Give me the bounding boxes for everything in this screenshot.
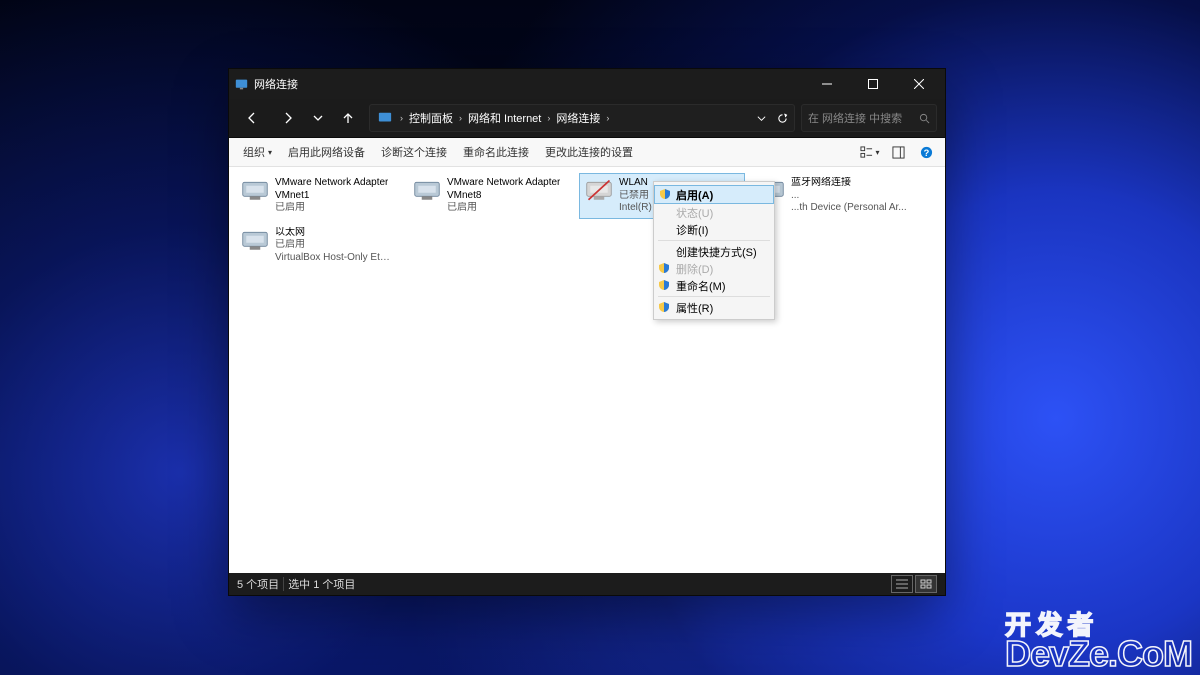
adapter-vmnet8[interactable]: VMware Network Adapter VMnet8 已启用 [407, 173, 573, 219]
search-icon [919, 113, 930, 124]
separator [283, 577, 284, 591]
navigation-bar: › 控制面板 › 网络和 Internet › 网络连接 › 在 网络连接 中搜… [229, 99, 945, 138]
chevron-right-icon: › [602, 113, 613, 123]
forward-button[interactable] [273, 104, 303, 132]
chevron-right-icon: › [396, 113, 407, 123]
command-bar: 组织 ▾ 启用此网络设备 诊断这个连接 重命名此连接 更改此连接的设置 ▾ ? [229, 138, 945, 167]
shield-icon [659, 188, 671, 200]
menu-diagnose[interactable]: 诊断(I) [654, 221, 774, 238]
network-connections-window: 网络连接 › 控制面板 › [228, 68, 946, 596]
adapter-list: VMware Network Adapter VMnet1 已启用 VMware… [229, 167, 945, 274]
network-adapter-icon [241, 177, 269, 205]
menu-separator [658, 296, 770, 297]
menu-rename[interactable]: 重命名(M) [654, 277, 774, 294]
diagnose-connection-button[interactable]: 诊断这个连接 [373, 138, 455, 166]
shield-icon [658, 301, 670, 313]
menu-status: 状态(U) [654, 204, 774, 221]
organize-menu[interactable]: 组织 ▾ [235, 138, 280, 166]
breadcrumb-network-connections[interactable]: 网络连接 [554, 110, 602, 126]
details-view-button[interactable] [891, 575, 913, 593]
selection-count: 选中 1 个项目 [288, 576, 355, 592]
preview-pane-button[interactable] [885, 141, 911, 163]
menu-separator [658, 240, 770, 241]
chevron-right-icon: › [543, 113, 554, 123]
network-adapter-icon [413, 177, 441, 205]
adapter-vmnet1[interactable]: VMware Network Adapter VMnet1 已启用 [235, 173, 401, 219]
chevron-down-icon[interactable] [756, 113, 767, 124]
item-count: 5 个项目 [237, 576, 279, 592]
menu-delete: 删除(D) [654, 260, 774, 277]
network-adapter-icon [241, 227, 269, 255]
window-title: 网络连接 [254, 76, 298, 92]
help-button[interactable]: ? [913, 141, 939, 163]
search-input[interactable]: 在 网络连接 中搜索 [801, 104, 937, 132]
chevron-right-icon: › [455, 113, 466, 123]
adapter-bluetooth[interactable]: 蓝牙网络连接 ... ...th Device (Personal Ar... [751, 173, 917, 219]
up-button[interactable] [333, 104, 363, 132]
view-options-button[interactable]: ▾ [857, 141, 883, 163]
change-settings-button[interactable]: 更改此连接的设置 [537, 138, 641, 166]
minimize-button[interactable] [807, 69, 853, 99]
maximize-button[interactable] [853, 69, 899, 99]
menu-enable[interactable]: 启用(A) [654, 185, 774, 204]
recent-dropdown[interactable] [309, 104, 327, 132]
app-icon [235, 78, 248, 91]
network-adapter-disabled-icon [585, 177, 613, 205]
shield-icon [658, 262, 670, 274]
svg-text:?: ? [923, 148, 929, 158]
status-bar: 5 个项目 选中 1 个项目 [229, 573, 945, 595]
content-area: VMware Network Adapter VMnet1 已启用 VMware… [229, 167, 945, 573]
breadcrumb-network-internet[interactable]: 网络和 Internet [466, 110, 543, 126]
large-icons-view-button[interactable] [915, 575, 937, 593]
menu-create-shortcut[interactable]: 创建快捷方式(S) [654, 243, 774, 260]
close-button[interactable] [899, 69, 945, 99]
location-icon [378, 111, 392, 125]
context-menu: 启用(A) 状态(U) 诊断(I) 创建快捷方式(S) 删除(D) 重命名(M)… [653, 181, 775, 320]
watermark: 开 发 者 DevZe.CoM [1005, 614, 1192, 670]
titlebar: 网络连接 [229, 69, 945, 99]
menu-properties[interactable]: 属性(R) [654, 299, 774, 316]
breadcrumb-control-panel[interactable]: 控制面板 [407, 110, 455, 126]
rename-connection-button[interactable]: 重命名此连接 [455, 138, 537, 166]
shield-icon [658, 279, 670, 291]
enable-device-button[interactable]: 启用此网络设备 [280, 138, 373, 166]
refresh-icon[interactable] [777, 113, 788, 124]
adapter-ethernet[interactable]: 以太网 已启用 VirtualBox Host-Only Ethernet ..… [235, 223, 401, 269]
back-button[interactable] [237, 104, 267, 132]
address-bar[interactable]: › 控制面板 › 网络和 Internet › 网络连接 › [369, 104, 795, 132]
search-placeholder: 在 网络连接 中搜索 [808, 110, 902, 126]
